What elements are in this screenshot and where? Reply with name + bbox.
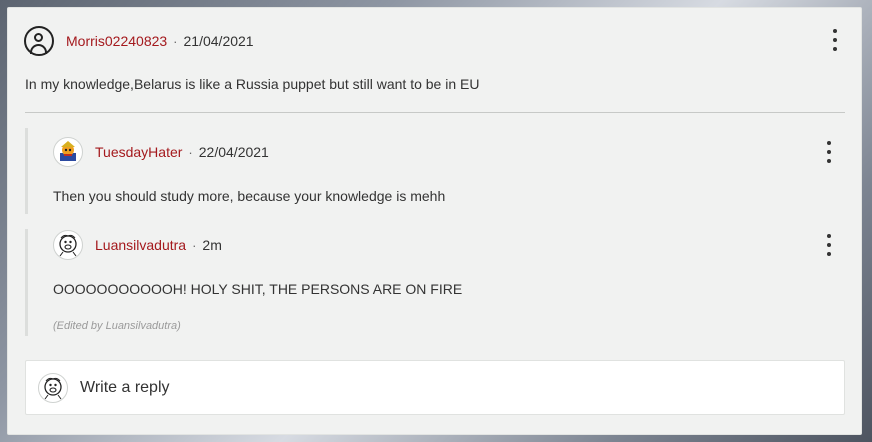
separator-dot: · xyxy=(173,33,178,49)
reply-text: OOOOOOOOOOOH! HOLY SHIT, THE PERSONS ARE… xyxy=(53,281,463,297)
reply-text: Then you should study more, because your… xyxy=(53,188,446,204)
reply-indent-bar xyxy=(25,229,28,336)
separator-dot: · xyxy=(192,237,197,253)
separator-dot: · xyxy=(188,144,193,160)
comment-thread-card: Morris02240823 · 21/04/2021 In my knowle… xyxy=(7,7,862,435)
reply-indent-bar xyxy=(25,128,28,214)
sketch-avatar-icon[interactable] xyxy=(53,230,83,260)
reply-header: Luansilvadutra · 2m xyxy=(53,230,222,260)
comment-header: Morris02240823 · 21/04/2021 xyxy=(24,26,254,56)
user-circle-icon[interactable] xyxy=(24,26,54,56)
reply-username[interactable]: Luansilvadutra xyxy=(95,237,186,253)
more-options-icon[interactable] xyxy=(827,29,843,51)
reply-placeholder[interactable]: Write a reply xyxy=(80,379,170,397)
cartoon-avatar-icon[interactable] xyxy=(53,137,83,167)
sketch-avatar-icon xyxy=(38,372,68,403)
reply-header: TuesdayHater · 22/04/2021 xyxy=(53,137,269,167)
reply-date: 2m xyxy=(202,237,222,253)
comment-text: In my knowledge,Belarus is like a Russia… xyxy=(25,76,480,92)
comment-username[interactable]: Morris02240823 xyxy=(66,33,167,49)
divider xyxy=(25,112,845,113)
comment-date: 21/04/2021 xyxy=(183,33,254,49)
reply-date: 22/04/2021 xyxy=(198,144,269,160)
edited-note: (Edited by Luansilvadutra) xyxy=(53,320,181,332)
more-options-icon[interactable] xyxy=(821,141,837,163)
reply-username[interactable]: TuesdayHater xyxy=(95,144,182,160)
more-options-icon[interactable] xyxy=(821,234,837,256)
reply-input-box[interactable]: Write a reply xyxy=(25,360,845,415)
